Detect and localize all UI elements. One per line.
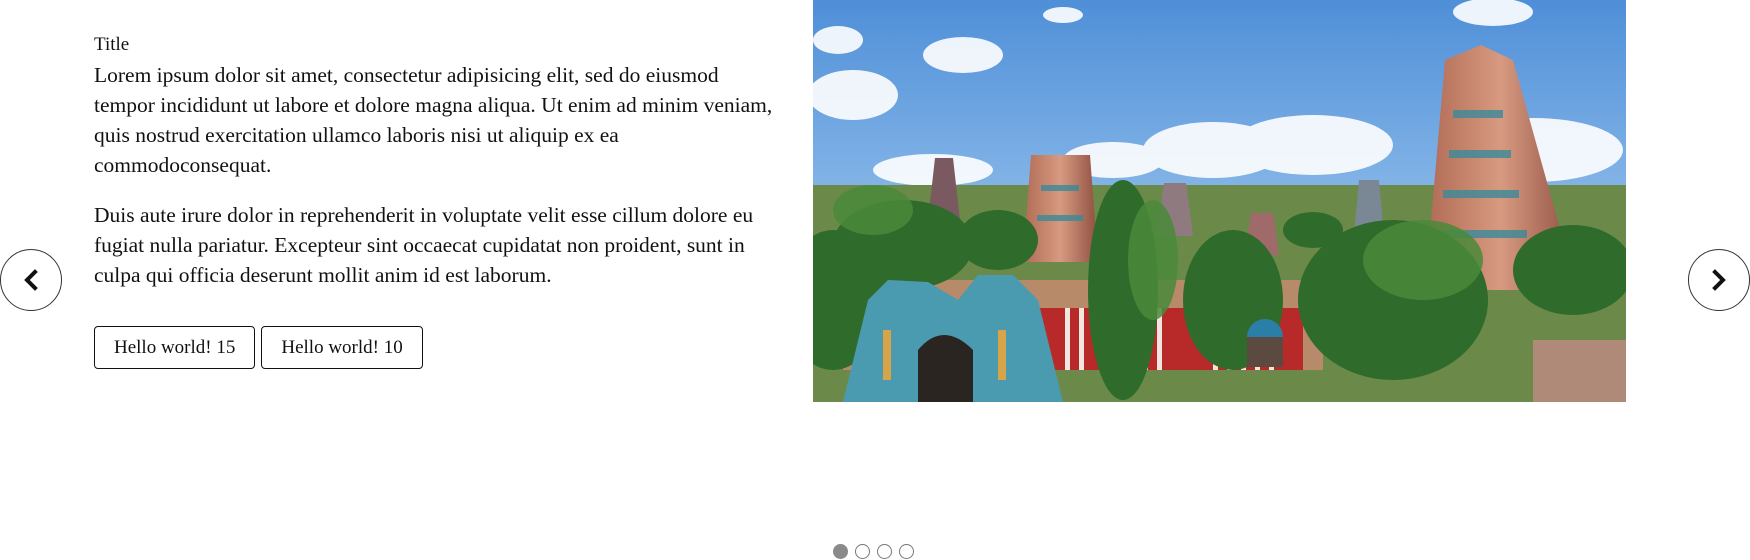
slide-content: Title Lorem ipsum dolor sit amet, consec… xyxy=(94,34,784,310)
slide-title: Title xyxy=(94,34,130,55)
pagination-dot[interactable] xyxy=(855,544,870,559)
slide-paragraph: Lorem ipsum dolor sit amet, consectetur … xyxy=(94,63,773,177)
chevron-left-icon xyxy=(24,269,38,291)
next-slide-button[interactable] xyxy=(1688,249,1750,311)
pagination-dot[interactable] xyxy=(899,544,914,559)
carousel-pagination xyxy=(833,544,914,559)
previous-slide-button[interactable] xyxy=(0,249,62,311)
slide-actions: Hello world! 15 Hello world! 10 xyxy=(94,326,423,369)
hello-world-10-button[interactable]: Hello world! 10 xyxy=(261,326,423,369)
carousel: Title Lorem ipsum dolor sit amet, consec… xyxy=(0,0,1750,560)
chevron-right-icon xyxy=(1712,269,1726,291)
pagination-dot[interactable] xyxy=(833,544,848,559)
temple-panorama-image xyxy=(813,0,1626,402)
slide-paragraph: Duis aute irure dolor in reprehenderit i… xyxy=(94,203,754,287)
slide-image xyxy=(813,0,1626,402)
hello-world-15-button[interactable]: Hello world! 15 xyxy=(94,326,256,369)
pagination-dot[interactable] xyxy=(877,544,892,559)
